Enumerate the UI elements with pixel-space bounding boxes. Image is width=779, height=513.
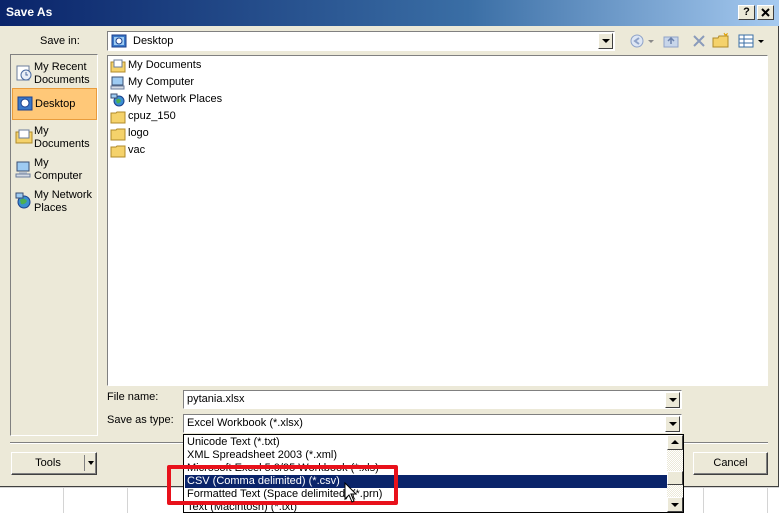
scroll-up-button[interactable] — [667, 435, 683, 450]
tools-dropdown-icon[interactable] — [88, 461, 94, 465]
file-name-label: File name: — [107, 391, 159, 403]
folder-icon — [110, 111, 126, 124]
save-in-label: Save in: — [40, 35, 80, 47]
folder-icon — [110, 128, 126, 141]
window-title: Save As — [6, 5, 53, 19]
network-places-icon — [15, 192, 31, 209]
save-in-dropdown-button[interactable] — [598, 33, 613, 49]
my-computer-icon — [15, 161, 31, 178]
views-dropdown-icon[interactable] — [756, 32, 766, 50]
file-list[interactable]: My Documents My Computer My Network Plac… — [107, 55, 768, 386]
file-name-dropdown-button[interactable] — [665, 392, 680, 408]
tools-divider — [84, 455, 85, 471]
save-in-combo[interactable]: Desktop — [107, 31, 615, 51]
file-name: My Documents — [128, 59, 202, 71]
save-as-dialog: Save As ? Save in: Desktop My Recent Doc… — [0, 0, 779, 487]
place-label: My Computer — [34, 157, 83, 182]
save-as-type-value: Excel Workbook (*.xlsx) — [187, 417, 303, 429]
desktop-icon — [17, 96, 33, 111]
place-label: My Network Places — [34, 189, 93, 214]
scroll-thumb[interactable] — [667, 471, 683, 485]
place-my-network-places[interactable]: My Network Places — [12, 187, 97, 217]
file-name-field[interactable]: pytania.xlsx — [183, 390, 682, 409]
help-button[interactable]: ? — [738, 5, 755, 20]
place-my-computer[interactable]: My Computer — [12, 155, 97, 185]
type-option[interactable]: XML Spreadsheet 2003 (*.xml) — [185, 449, 668, 462]
place-label: My Documents — [34, 125, 90, 150]
save-as-type-select[interactable]: Excel Workbook (*.xlsx) — [183, 414, 682, 433]
place-my-documents[interactable]: My Documents — [12, 123, 97, 153]
my-computer-icon — [110, 76, 125, 90]
tools-label: Tools — [35, 457, 61, 469]
save-as-type-label: Save as type: — [107, 414, 174, 426]
tools-button[interactable]: Tools — [11, 452, 97, 475]
title-bar: Save As ? — [0, 0, 779, 26]
my-documents-icon — [15, 129, 33, 144]
back-dropdown-icon[interactable] — [646, 32, 656, 50]
views-icon[interactable] — [737, 32, 755, 50]
delete-icon[interactable] — [690, 32, 708, 50]
up-folder-icon[interactable] — [662, 32, 680, 50]
scroll-down-button[interactable] — [667, 497, 683, 512]
file-name: cpuz_150 — [128, 110, 176, 122]
places-bar: My Recent Documents Desktop My Documents… — [10, 54, 98, 436]
close-icon — [761, 8, 770, 17]
new-folder-icon[interactable] — [712, 32, 730, 50]
place-desktop[interactable]: Desktop — [12, 88, 97, 120]
desktop-icon — [111, 34, 127, 48]
my-documents-icon — [110, 59, 126, 73]
folder-icon — [110, 145, 126, 158]
place-label: My Recent Documents — [34, 61, 90, 86]
place-my-recent-documents[interactable]: My Recent Documents — [12, 59, 97, 89]
type-option[interactable]: Unicode Text (*.txt) — [185, 436, 668, 449]
save-as-type-dropdown-button[interactable] — [665, 416, 680, 432]
file-name-value: pytania.xlsx — [187, 393, 245, 405]
cancel-button[interactable]: Cancel — [693, 452, 768, 475]
close-button[interactable] — [757, 5, 774, 20]
back-icon[interactable] — [628, 32, 646, 50]
mouse-cursor-icon — [344, 482, 358, 503]
file-name: vac — [128, 144, 146, 156]
file-name: My Network Places — [128, 93, 223, 105]
dropdown-scrollbar[interactable] — [667, 435, 683, 512]
annotation-highlight-box — [167, 465, 398, 505]
recent-documents-icon — [16, 65, 32, 81]
save-in-value: Desktop — [133, 35, 174, 47]
network-places-icon — [110, 93, 125, 107]
file-name: logo — [128, 127, 149, 139]
place-label: Desktop — [35, 98, 76, 110]
file-name: My Computer — [128, 76, 195, 88]
